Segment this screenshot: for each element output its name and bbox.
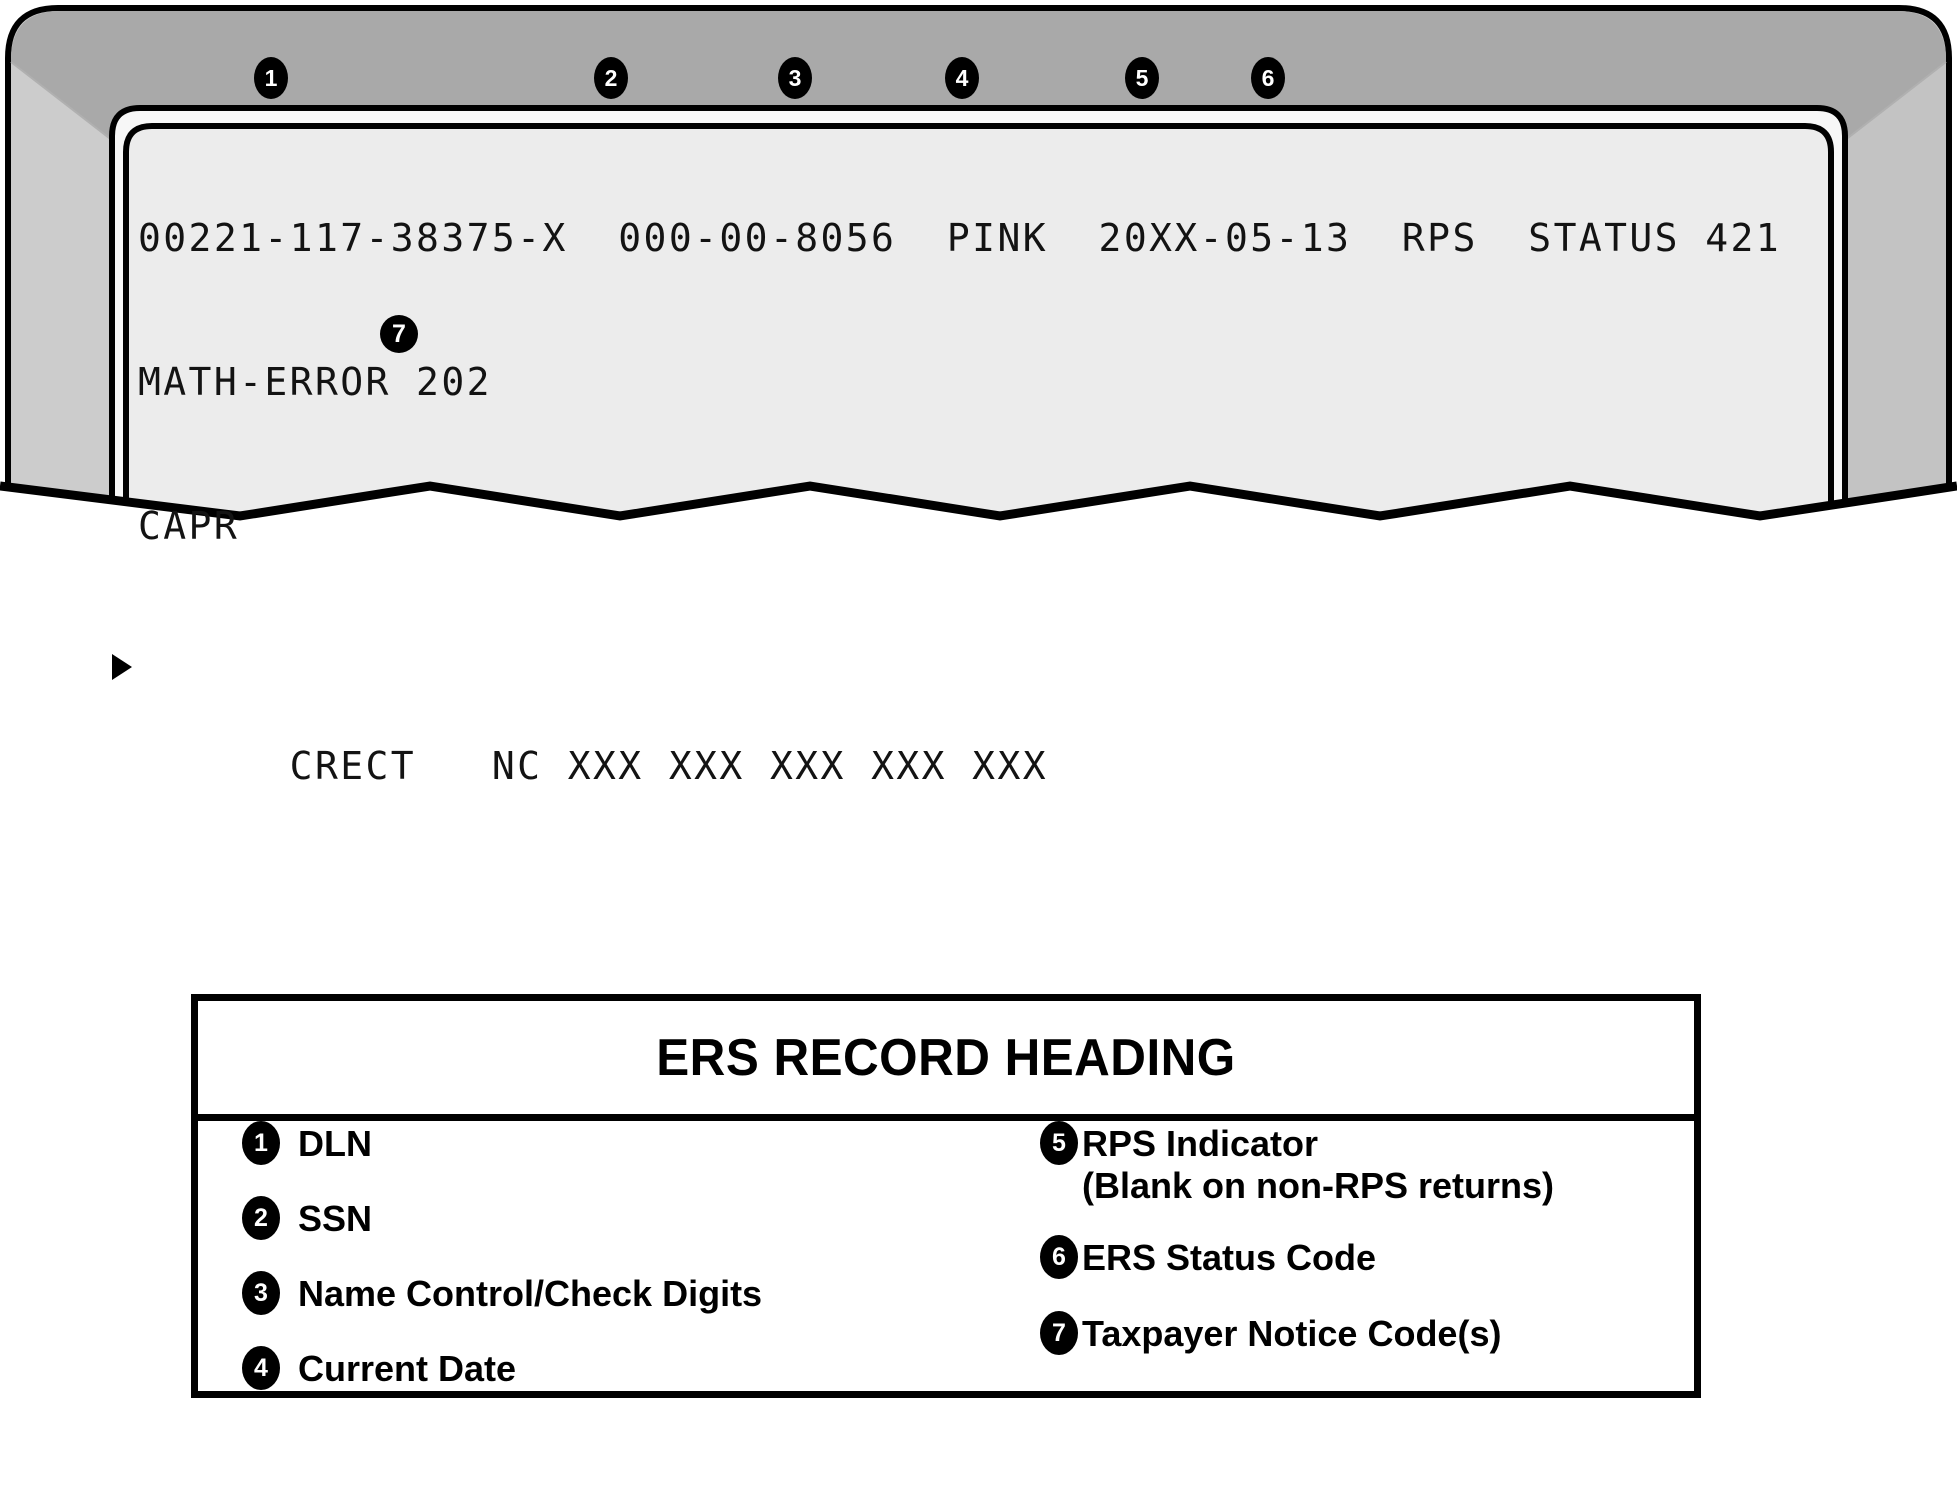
- screen-line-1: 00221-117-38375-X 000-00-8056 PINK 20XX-…: [138, 216, 1782, 260]
- legend-label-taxpayer-notice-code: Taxpayer Notice Code(s): [1082, 1313, 1502, 1354]
- callout-badge-2: 2: [594, 57, 628, 99]
- legend-title-bar: ERS RECORD HEADING: [198, 1001, 1694, 1121]
- screen-line-2: MATH-ERROR 202: [138, 360, 492, 404]
- legend-badge-7: 7: [1040, 1311, 1078, 1355]
- callout-badge-6: 6: [1251, 57, 1285, 99]
- callout-badge-7: 7: [380, 315, 418, 353]
- callout-badge-5: 5: [1125, 57, 1159, 99]
- cursor-triangle-icon: [112, 654, 132, 680]
- legend-badge-6: 6: [1040, 1235, 1078, 1279]
- legend-label-current-date: Current Date: [298, 1348, 517, 1389]
- legend-label-ers-status-code: ERS Status Code: [1082, 1237, 1377, 1278]
- callout-badge-3: 3: [778, 57, 812, 99]
- legend-badge-5: 5: [1040, 1121, 1078, 1165]
- legend-body: 1 DLN 2 SSN 3 Name Control/Check Digits …: [198, 1121, 1694, 1391]
- legend-badge-4: 4: [242, 1346, 280, 1390]
- legend-label-ssn: SSN: [298, 1198, 373, 1239]
- legend-label-name-control: Name Control/Check Digits: [298, 1273, 763, 1314]
- screen-line-3: CAPR: [138, 504, 240, 548]
- legend-box: ERS RECORD HEADING 1 DLN 2 SSN 3 Name Co…: [191, 994, 1701, 1398]
- legend-badge-1: 1: [242, 1121, 280, 1165]
- screen-line-4-text: CRECT NC XXX XXX XXX XXX XXX: [289, 744, 1049, 788]
- legend-badge-3: 3: [242, 1271, 280, 1315]
- terminal-illustration: 00221-117-38375-X 000-00-8056 PINK 20XX-…: [0, 0, 1957, 788]
- legend-badge-2: 2: [242, 1196, 280, 1240]
- legend-label-dln: DLN: [298, 1123, 372, 1164]
- callout-badge-1: 1: [254, 57, 288, 99]
- legend-title: ERS RECORD HEADING: [656, 1028, 1236, 1087]
- screen-text-block: 00221-117-38375-X 000-00-8056 PINK 20XX-…: [112, 118, 1838, 790]
- callout-badge-4: 4: [945, 57, 979, 99]
- screen-line-4: CRECT NC XXX XXX XXX XXX XXX: [112, 646, 1838, 788]
- legend-label-rps-indicator: RPS Indicator (Blank on non-RPS returns): [1082, 1123, 1555, 1206]
